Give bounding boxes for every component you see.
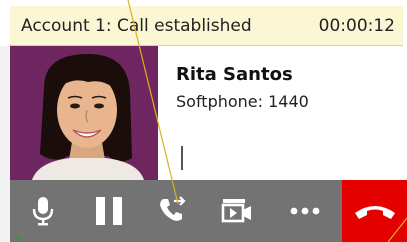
contact-name: Rita Santos [176,64,293,85]
call-status-bar: Account 1: Call established 00:00:12 [10,6,403,46]
microphone-icon [32,197,54,226]
transfer-call-icon [160,196,186,221]
more-options-button[interactable] [282,180,328,242]
more-options-icon [290,207,320,215]
status-indicator [17,236,20,242]
call-timer: 00:00:12 [318,16,395,36]
call-toolbar [10,180,407,242]
hang-up-icon [354,206,395,219]
video-button[interactable] [214,180,260,242]
transfer-button[interactable] [150,180,196,242]
window-edge [0,46,10,242]
mute-button[interactable] [20,180,66,242]
call-status-text: Account 1: Call established [21,16,252,36]
pause-icon [96,197,122,225]
contact-avatar [10,46,158,180]
video-icon [221,199,251,223]
text-input-cursor[interactable] [181,146,183,170]
hang-up-button[interactable] [342,180,407,242]
hold-button[interactable] [86,180,132,242]
contact-detail: Softphone: 1440 [176,92,309,111]
contact-photo [32,54,144,180]
